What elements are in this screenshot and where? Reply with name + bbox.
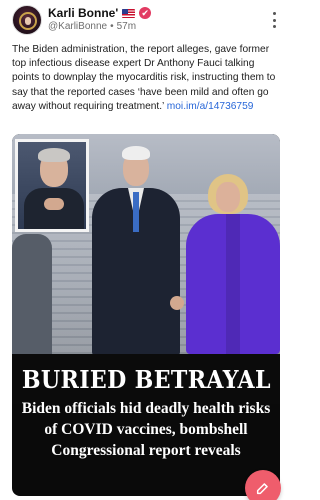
post-image	[12, 134, 280, 354]
edit-icon	[256, 483, 268, 495]
post-body: The Biden administration, the report all…	[12, 43, 280, 114]
post-timestamp: 57m	[116, 21, 137, 32]
compose-button[interactable]	[245, 470, 281, 500]
woman-in-purple-figure	[178, 174, 280, 354]
inset-portrait	[15, 139, 89, 232]
media-card[interactable]: BURIED BETRAYAL Biden officials hid dead…	[12, 134, 280, 496]
avatar[interactable]	[12, 5, 42, 35]
more-vertical-icon[interactable]	[270, 12, 278, 28]
media-subheadline: Biden officials hid deadly health risks …	[21, 400, 271, 459]
post-link[interactable]: moi.im/a/14736759	[167, 101, 254, 112]
us-flag-icon	[122, 8, 136, 18]
post-header: Karli Bonne' ✔ @KarliBonne • 57m	[12, 4, 282, 36]
media-headline: BURIED BETRAYAL	[21, 364, 271, 394]
verified-badge-icon: ✔	[139, 7, 152, 19]
author-meta: @KarliBonne • 57m	[48, 21, 136, 32]
author-handle[interactable]: @KarliBonne	[48, 21, 107, 32]
author-display-name[interactable]: Karli Bonne'	[48, 6, 118, 20]
headline-banner: BURIED BETRAYAL	[12, 354, 280, 404]
meta-separator: •	[110, 21, 114, 32]
man-in-suit-figure	[84, 146, 188, 354]
author-name-row: Karli Bonne' ✔	[48, 6, 152, 20]
